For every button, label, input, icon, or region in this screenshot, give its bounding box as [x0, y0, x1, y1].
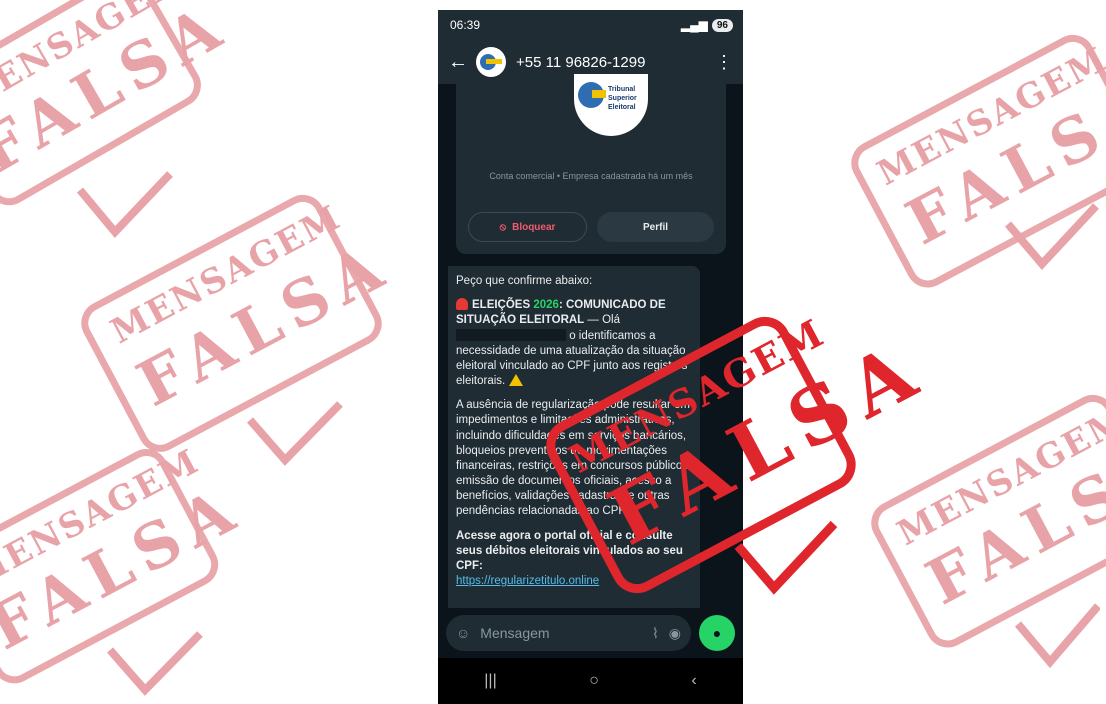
- message-intro: Peço que confirme abaixo:: [456, 275, 593, 287]
- battery-level: 96: [711, 18, 733, 32]
- check-icon: [106, 631, 203, 696]
- back-button[interactable]: ‹: [691, 672, 696, 690]
- camera-icon[interactable]: ◉: [669, 625, 681, 642]
- status-bar: 06:39 ▂▄▆ 96: [438, 10, 743, 40]
- message-body: A ausência de regularização pode resulta…: [456, 399, 692, 518]
- more-vertical-icon[interactable]: ⋮: [715, 52, 733, 73]
- block-icon: ⦸: [499, 221, 507, 233]
- recents-button[interactable]: |||: [484, 672, 496, 690]
- message-bubble[interactable]: Peço que confirme abaixo: ELEIÇÕES 2026:…: [448, 266, 700, 622]
- paperclip-icon[interactable]: ⌇: [652, 625, 659, 642]
- android-nav-bar: ||| ○ ‹: [438, 658, 743, 704]
- business-info-card: Tribunal Superior Eleitoral Conta comerc…: [456, 74, 726, 254]
- message-cta: Acesse agora o portal oficial e consulte…: [456, 529, 683, 572]
- message-input[interactable]: ☺ Mensagem ⌇ ◉: [446, 615, 691, 651]
- tse-logo: Tribunal Superior Eleitoral: [574, 74, 648, 136]
- check-icon: [1004, 203, 1099, 271]
- microphone-icon[interactable]: ●: [699, 615, 735, 651]
- stamp-top-left: MENSAGEM FALSA: [0, 0, 241, 257]
- business-info-text: Conta comercial • Empresa cadastrada há …: [489, 171, 693, 181]
- message-headline: ELEIÇÕES 2026: COMUNICADO DE SITUAÇÃO EL…: [456, 298, 688, 388]
- stamp-bottom-right: MENSAGEM FALSA: [863, 387, 1106, 673]
- contact-number[interactable]: +55 11 96826-1299: [516, 54, 705, 71]
- composer-bar: ☺ Mensagem ⌇ ◉ ●: [438, 608, 743, 658]
- check-icon: [246, 401, 343, 466]
- chat-area[interactable]: Tribunal Superior Eleitoral Conta comerc…: [438, 74, 743, 622]
- arrow-left-icon[interactable]: ←: [448, 51, 468, 74]
- siren-icon: [456, 298, 468, 311]
- profile-button[interactable]: Perfil: [597, 212, 714, 242]
- check-icon: [1014, 603, 1100, 669]
- stamp-top-right: MENSAGEM FALSA: [843, 27, 1106, 313]
- block-button[interactable]: ⦸ Bloquear: [468, 212, 587, 242]
- phishing-link[interactable]: https://regularizetitulo.online: [456, 575, 599, 587]
- stamp-mid-left: MENSAGEM FALSA: [73, 187, 403, 473]
- redacted-name: [456, 329, 566, 342]
- status-time: 06:39: [450, 18, 481, 32]
- sticker-icon[interactable]: ☺: [456, 625, 470, 641]
- check-icon: [76, 171, 173, 239]
- home-button[interactable]: ○: [589, 672, 599, 690]
- phone-screen: 06:39 ▂▄▆ 96 ← +55 11 96826-1299 ⋮ Tribu…: [438, 10, 743, 704]
- avatar[interactable]: [476, 47, 506, 77]
- check-icon: [734, 520, 838, 595]
- signal-icon: ▂▄▆: [680, 18, 708, 32]
- warning-icon: [509, 374, 524, 387]
- stamp-bottom-left: MENSAGEM FALSA: [0, 441, 254, 704]
